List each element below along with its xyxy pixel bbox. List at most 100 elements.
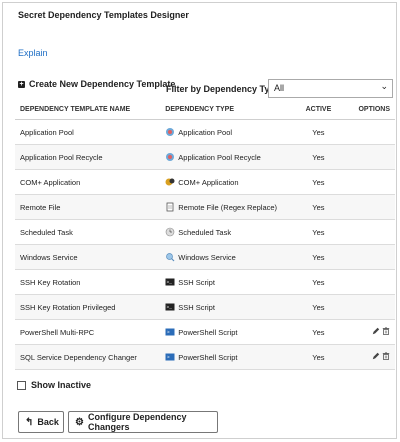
back-button[interactable]: ↰ Back (18, 411, 64, 433)
filter-select[interactable]: All ⌄ (268, 79, 393, 98)
header-name: DEPENDENCY TEMPLATE NAME (15, 100, 161, 120)
template-active: Yes (286, 344, 351, 370)
edit-icon[interactable] (372, 327, 380, 337)
powershell-icon: > (165, 352, 175, 362)
table-row[interactable]: Windows Service Windows Service Yes (15, 244, 395, 270)
template-options (350, 219, 395, 245)
create-template-button[interactable]: + Create New Dependency Template (18, 79, 175, 89)
template-options (350, 294, 395, 320)
template-active: Yes (286, 319, 351, 345)
template-options (350, 119, 395, 145)
powershell-icon: > (165, 327, 175, 337)
template-type-cell: >_ SSH Script (160, 269, 287, 295)
template-active: Yes (286, 244, 351, 270)
chevron-down-icon: ⌄ (380, 81, 388, 91)
template-options (350, 269, 395, 295)
template-type: COM+ Application (178, 177, 239, 187)
template-type: SSH Script (178, 277, 215, 287)
template-options (350, 144, 395, 170)
template-options (350, 194, 395, 220)
header-options: OPTIONS (350, 100, 395, 120)
template-type-cell: > PowerShell Script (160, 344, 287, 370)
app-pool-icon (165, 127, 175, 137)
clock-icon (165, 227, 175, 237)
templates-table: DEPENDENCY TEMPLATE NAME DEPENDENCY TYPE… (15, 100, 395, 370)
svg-text:>_: >_ (167, 280, 173, 286)
page-title: Secret Dependency Templates Designer (18, 10, 189, 20)
table-body: Application Pool Application Pool Yes Appli… (15, 119, 395, 370)
template-active: Yes (286, 294, 351, 320)
back-label: Back (37, 417, 59, 427)
template-name[interactable]: Scheduled Task (15, 219, 161, 245)
template-type: PowerShell Script (178, 327, 238, 337)
table-row[interactable]: SSH Key Rotation Privileged >_ SSH Script Y… (15, 294, 395, 320)
table-row[interactable]: Remote File Remote File (Regex Replace) Ye… (15, 194, 395, 220)
show-inactive-toggle[interactable]: Show Inactive (17, 380, 91, 390)
template-type-cell: Windows Service (160, 244, 287, 270)
template-active: Yes (286, 169, 351, 195)
header-active: ACTIVE (286, 100, 351, 120)
gear-icon: ⚙ (75, 416, 84, 428)
template-type-cell: >_ SSH Script (160, 294, 287, 320)
template-active: Yes (286, 144, 351, 170)
template-name[interactable]: SQL Service Dependency Changer (15, 344, 161, 370)
template-name[interactable]: Application Pool (15, 119, 161, 145)
template-type: SSH Script (178, 302, 215, 312)
table-row[interactable]: Application Pool Application Pool Yes (15, 119, 395, 145)
terminal-icon: >_ (165, 277, 175, 287)
template-type-cell: Remote File (Regex Replace) (160, 194, 287, 220)
template-name[interactable]: Remote File (15, 194, 161, 220)
filter-value: All (274, 83, 285, 93)
table-row[interactable]: COM+ Application COM+ Application Yes (15, 169, 395, 195)
app-pool-icon (165, 152, 175, 162)
template-options (350, 244, 395, 270)
trash-icon[interactable] (382, 327, 390, 337)
show-inactive-checkbox[interactable] (17, 380, 26, 390)
svg-text:>: > (167, 330, 170, 336)
create-template-label: Create New Dependency Template (29, 79, 176, 89)
template-type-cell: > PowerShell Script (160, 319, 287, 345)
table-header-row: DEPENDENCY TEMPLATE NAME DEPENDENCY TYPE… (15, 100, 395, 120)
template-name[interactable]: SSH Key Rotation Privileged (15, 294, 161, 320)
template-active: Yes (286, 269, 351, 295)
template-type: Windows Service (178, 252, 236, 262)
template-name[interactable]: COM+ Application (15, 169, 161, 195)
template-type-cell: Scheduled Task (160, 219, 287, 245)
template-type: Application Pool Recycle (178, 152, 261, 162)
service-icon (165, 252, 175, 262)
template-type-cell: Application Pool Recycle (160, 144, 287, 170)
show-inactive-label: Show Inactive (31, 380, 92, 390)
template-options (350, 169, 395, 195)
template-type: PowerShell Script (178, 352, 238, 362)
edit-icon[interactable] (372, 352, 380, 362)
table-row[interactable]: Scheduled Task Scheduled Task Yes (15, 219, 395, 245)
table-row[interactable]: PowerShell Multi-RPC > PowerShell Script Ye… (15, 319, 395, 345)
table-row[interactable]: SQL Service Dependency Changer > PowerShel… (15, 344, 395, 370)
template-name[interactable]: Windows Service (15, 244, 161, 270)
template-name[interactable]: PowerShell Multi-RPC (15, 319, 161, 345)
table-row[interactable]: Application Pool Recycle Application Pool… (15, 144, 395, 170)
template-type: Application Pool (178, 127, 233, 137)
com-app-icon (165, 177, 175, 187)
back-arrow-icon: ↰ (25, 416, 34, 428)
terminal-icon: >_ (165, 302, 175, 312)
file-icon (165, 202, 175, 212)
table-row[interactable]: SSH Key Rotation >_ SSH Script Yes (15, 269, 395, 295)
template-active: Yes (286, 219, 351, 245)
configure-changers-button[interactable]: ⚙ Configure Dependency Changers (68, 411, 218, 433)
plus-icon: + (18, 80, 25, 88)
template-type: Scheduled Task (178, 227, 232, 237)
template-options (350, 319, 395, 345)
template-options (350, 344, 395, 370)
filter-label: Filter by Dependency Type (166, 84, 280, 94)
configure-changers-label: Configure Dependency Changers (87, 412, 187, 432)
designer-panel: Secret Dependency Templates Designer Exp… (2, 2, 397, 439)
template-name[interactable]: Application Pool Recycle (15, 144, 161, 170)
explain-link[interactable]: Explain (18, 48, 48, 58)
template-type-cell: COM+ Application (160, 169, 287, 195)
template-active: Yes (286, 119, 351, 145)
trash-icon[interactable] (382, 352, 390, 362)
header-type: DEPENDENCY TYPE (160, 100, 287, 120)
template-name[interactable]: SSH Key Rotation (15, 269, 161, 295)
svg-text:>: > (167, 355, 170, 361)
